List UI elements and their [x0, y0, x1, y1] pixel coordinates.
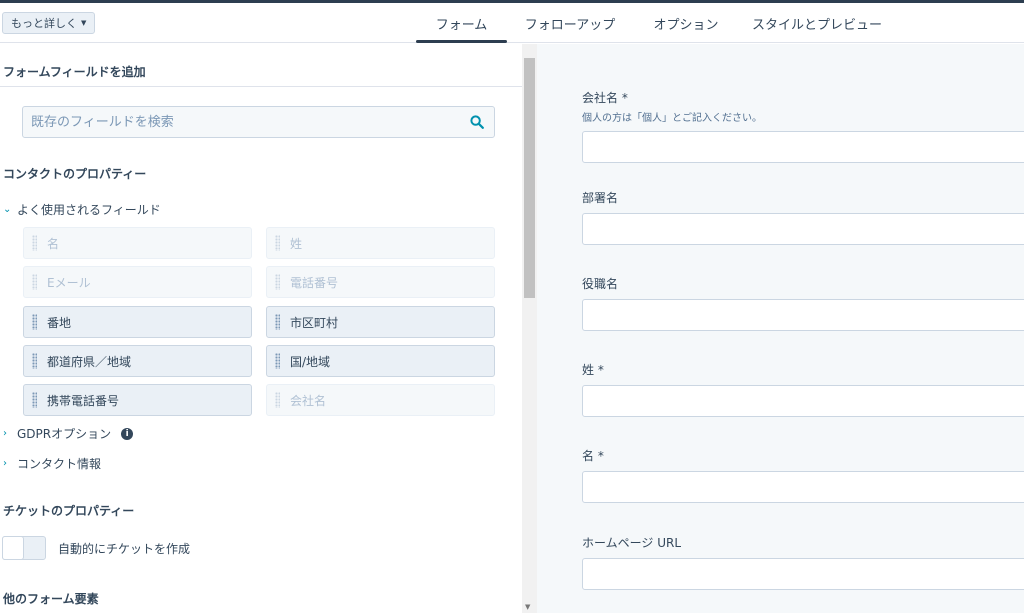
field-street-address[interactable]: 番地 — [23, 306, 252, 338]
more-details-label: もっと詳しく — [11, 17, 77, 30]
preview-field-company: 会社名 * 個人の方は「個人」とご記入ください。 — [582, 89, 1024, 163]
field-label: 姓 — [290, 236, 303, 251]
drag-handle-icon — [275, 235, 280, 251]
field-sidebar: フォームフィールドを追加 コンタクトのプロパティー ⌄ よく使用されるフィールド… — [0, 44, 522, 613]
field-label: 市区町村 — [290, 315, 339, 330]
field-label: 電話番号 — [290, 275, 339, 290]
field-label: Eメール — [47, 275, 91, 290]
preview-field-last-name: 姓 * — [582, 361, 1024, 417]
tab-options-label: オプション — [653, 17, 719, 33]
group-contact-info[interactable]: › コンタクト情報 — [3, 455, 101, 472]
field-search-box — [22, 106, 495, 138]
drag-handle-icon — [32, 235, 37, 251]
field-phone: 電話番号 — [266, 266, 495, 298]
group-common-fields-label: よく使用されるフィールド — [17, 203, 161, 217]
field-search-input[interactable] — [23, 107, 463, 137]
search-icon[interactable] — [470, 115, 484, 129]
field-label: 都道府県／地域 — [47, 354, 132, 369]
scrollbar-thumb[interactable] — [524, 58, 535, 298]
preview-field-help: 個人の方は「個人」とご記入ください。 — [582, 113, 762, 124]
toggle-knob — [2, 536, 24, 560]
sidebar-scrollbar[interactable]: ▼ — [522, 44, 537, 613]
preview-field-input[interactable] — [582, 213, 1024, 245]
group-contact-info-label: コンタクト情報 — [17, 457, 102, 471]
drag-handle-icon — [275, 392, 280, 408]
add-field-title: フォームフィールドを追加 — [3, 65, 146, 79]
tab-style-preview-label: スタイルとプレビュー — [752, 17, 883, 33]
preview-field-department: 部署名 — [582, 189, 1024, 245]
field-label: 国/地域 — [290, 354, 331, 369]
section-divider — [0, 86, 522, 87]
drag-handle-icon[interactable] — [32, 353, 37, 369]
preview-field-label: 会社名 * — [582, 91, 628, 105]
drag-handle-icon — [32, 274, 37, 290]
preview-field-input[interactable] — [582, 558, 1024, 590]
tab-form-label: フォーム — [435, 17, 488, 33]
field-city[interactable]: 市区町村 — [266, 306, 495, 338]
drag-handle-icon — [275, 274, 280, 290]
tab-follow-up-label: フォローアップ — [524, 17, 616, 33]
info-icon[interactable]: i — [121, 427, 134, 440]
preview-field-input[interactable] — [582, 299, 1024, 331]
drag-handle-icon[interactable] — [275, 353, 280, 369]
preview-field-input[interactable] — [582, 471, 1024, 503]
preview-field-label: 部署名 — [582, 191, 619, 205]
field-label: 名 — [47, 236, 60, 251]
drag-handle-icon[interactable] — [32, 314, 37, 330]
group-gdpr-options[interactable]: › GDPRオプション i — [3, 425, 134, 442]
auto-ticket-label: 自動的にチケットを作成 — [58, 541, 191, 556]
tab-style-preview[interactable]: スタイルとプレビュー — [752, 3, 882, 43]
auto-ticket-toggle[interactable] — [2, 536, 46, 560]
drag-handle-icon[interactable] — [32, 392, 37, 408]
field-mobile-phone[interactable]: 携帯電話番号 — [23, 384, 252, 416]
preview-field-job-title: 役職名 — [582, 275, 1024, 331]
drag-handle-icon[interactable] — [275, 314, 280, 330]
preview-field-input[interactable] — [582, 385, 1024, 417]
group-common-fields[interactable]: ⌄ よく使用されるフィールド — [3, 201, 161, 218]
top-navigation-bar: もっと詳しく ▼ フォーム フォローアップ オプション スタイルとプレビュー — [0, 3, 1024, 43]
tab-follow-up[interactable]: フォローアップ — [520, 3, 620, 43]
chevron-right-icon: › — [3, 428, 7, 439]
more-details-button[interactable]: もっと詳しく ▼ — [2, 12, 96, 34]
preview-field-label: 姓 * — [582, 363, 604, 377]
field-state-region[interactable]: 都道府県／地域 — [23, 345, 252, 377]
tab-options[interactable]: オプション — [645, 3, 727, 43]
field-last-name: 姓 — [266, 227, 495, 259]
chevron-right-icon: › — [3, 458, 7, 469]
field-first-name: 名 — [23, 227, 252, 259]
caret-down-icon: ▼ — [81, 19, 87, 27]
other-form-elements-title: 他のフォーム要素 — [3, 592, 99, 606]
preview-field-input[interactable] — [582, 131, 1024, 163]
preview-field-label: 名 * — [582, 449, 604, 463]
field-company-name: 会社名 — [266, 384, 495, 416]
field-label: 携帯電話番号 — [47, 393, 120, 408]
scroll-down-arrow-icon[interactable]: ▼ — [525, 603, 530, 611]
field-email: Eメール — [23, 266, 252, 298]
group-gdpr-options-label: GDPRオプション — [17, 427, 112, 441]
preview-field-label: ホームページ URL — [582, 536, 682, 550]
ticket-properties-title: チケットのプロパティー — [3, 504, 135, 518]
field-label: 番地 — [47, 315, 72, 330]
field-country-region[interactable]: 国/地域 — [266, 345, 495, 377]
preview-field-label: 役職名 — [582, 277, 619, 291]
contact-properties-title: コンタクトのプロパティー — [3, 167, 147, 181]
chevron-down-icon: ⌄ — [3, 204, 12, 215]
preview-field-first-name: 名 * — [582, 447, 1024, 503]
tab-form[interactable]: フォーム — [416, 3, 507, 43]
form-preview: 会社名 * 個人の方は「個人」とご記入ください。 部署名 役職名 姓 * 名 *… — [537, 44, 1024, 613]
preview-field-homepage-url: ホームページ URL — [582, 534, 1024, 590]
auto-ticket-toggle-row: 自動的にチケットを作成 — [2, 536, 190, 560]
field-label: 会社名 — [290, 393, 327, 408]
